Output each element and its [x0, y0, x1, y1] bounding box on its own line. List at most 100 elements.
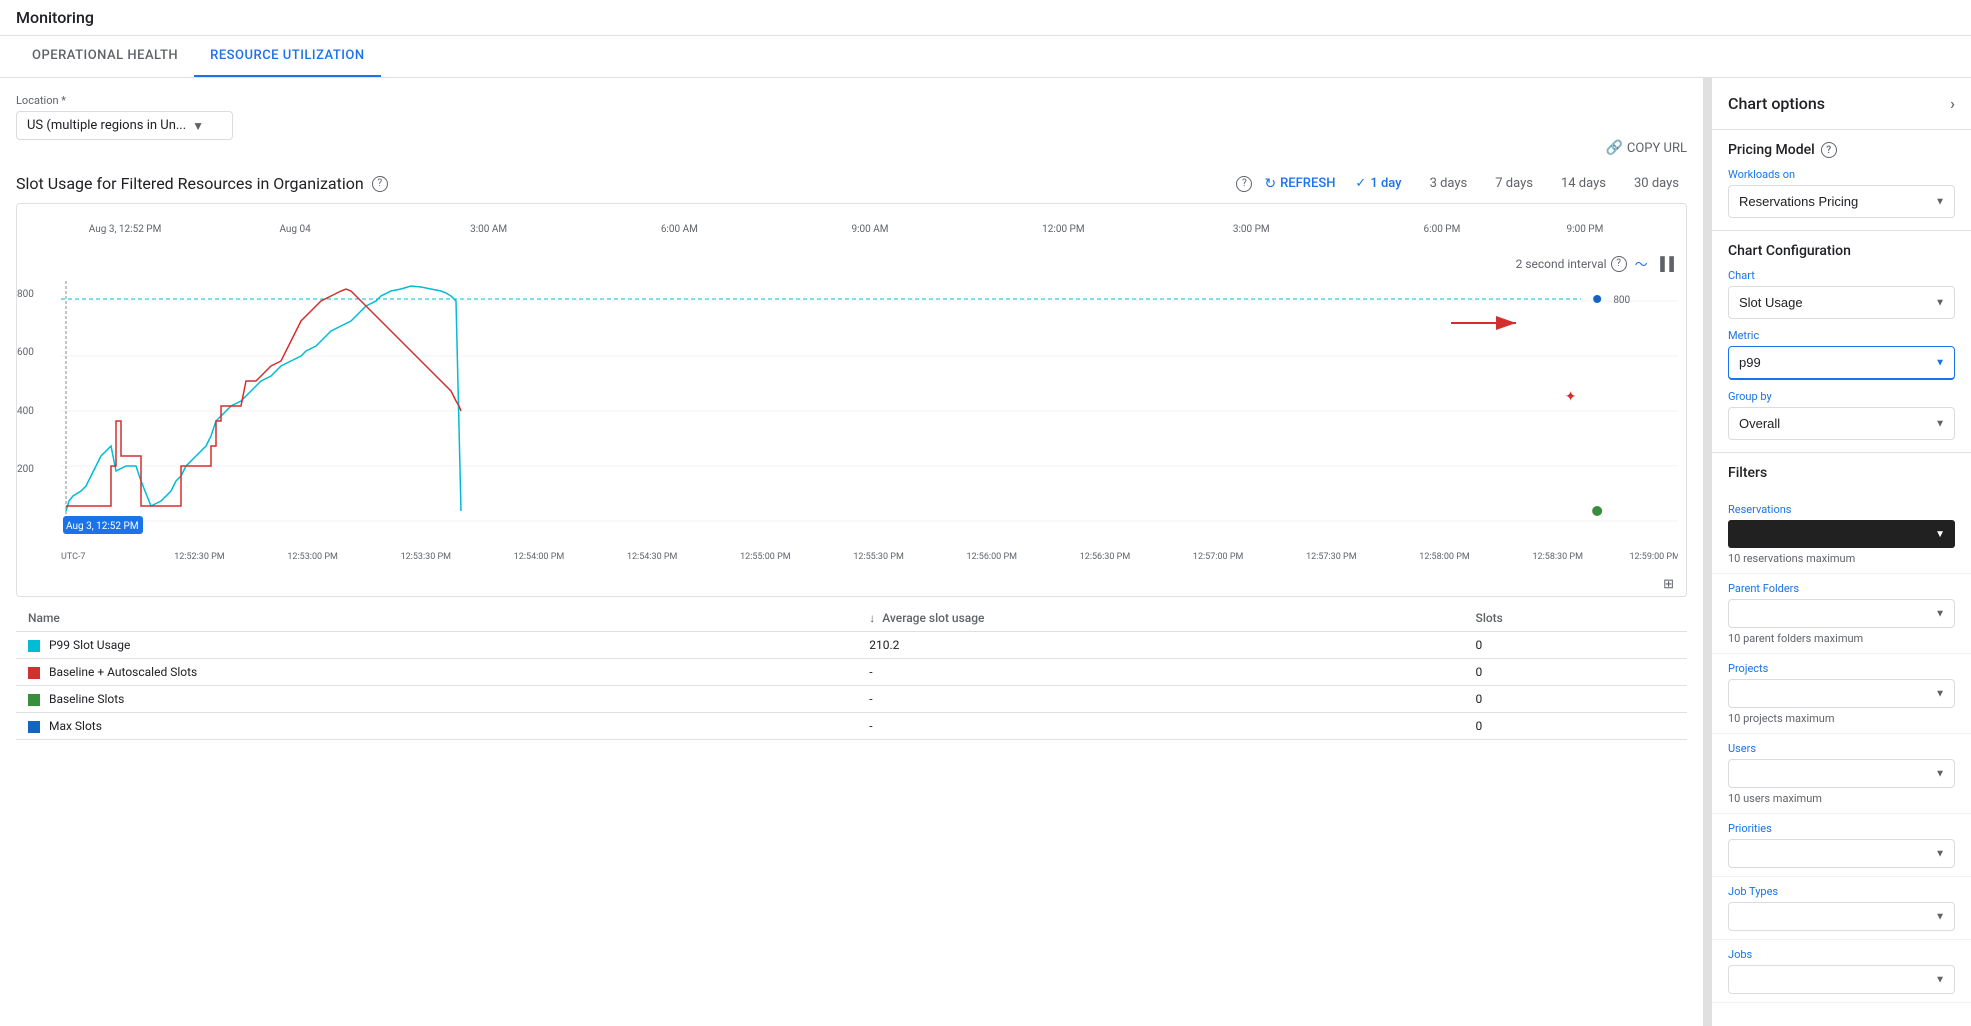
- projects-hint: 10 projects maximum: [1728, 712, 1955, 725]
- legend-slots-cell: 0: [1464, 713, 1687, 740]
- arrow-annotation: [1446, 311, 1526, 335]
- svg-text:12:58:30 PM: 12:58:30 PM: [1532, 552, 1583, 562]
- job-types-select[interactable]: [1728, 902, 1955, 931]
- chart-title-area: Slot Usage for Filtered Resources in Org…: [16, 174, 388, 193]
- priorities-select[interactable]: [1728, 839, 1955, 868]
- time-1day-button[interactable]: ✓ 1 day: [1347, 172, 1409, 195]
- svg-text:Aug 3, 12:52 PM: Aug 3, 12:52 PM: [89, 224, 162, 235]
- top-bar: Monitoring: [0, 0, 1971, 36]
- pricing-model-section: Pricing Model ? Workloads on Reservation…: [1712, 130, 1971, 231]
- time-3days-button[interactable]: 3 days: [1422, 172, 1476, 195]
- svg-text:12:00 PM: 12:00 PM: [1042, 224, 1084, 235]
- copy-url-button[interactable]: 🔗 COPY URL: [1605, 140, 1687, 156]
- location-select[interactable]: US (multiple regions in Un... ▼: [16, 111, 233, 140]
- users-select[interactable]: [1728, 759, 1955, 788]
- parent-folders-select[interactable]: [1728, 599, 1955, 628]
- bottom-time-axis: UTC-7 12:52:30 PM 12:53:00 PM 12:53:30 P…: [61, 545, 1678, 565]
- arrow-icon: [1446, 311, 1526, 335]
- parent-folders-label: Parent Folders: [1728, 582, 1955, 595]
- filters-header: Filters: [1712, 453, 1971, 495]
- legend-name-cell: P99 Slot Usage: [16, 632, 857, 659]
- top-time-axis: Aug 3, 12:52 PM Aug 04 3:00 AM 6:00 AM 9…: [57, 212, 1646, 242]
- svg-text:12:56:00 PM: 12:56:00 PM: [967, 552, 1018, 562]
- priorities-label: Priorities: [1728, 822, 1955, 835]
- line-chart-toggle[interactable]: 〜: [1635, 254, 1648, 273]
- tabs-bar: OPERATIONAL HEALTH RESOURCE UTILIZATION: [0, 36, 1971, 78]
- metric-label: Metric: [1728, 329, 1955, 342]
- jobs-select[interactable]: [1728, 965, 1955, 994]
- time-30days-button[interactable]: 30 days: [1626, 172, 1687, 195]
- interval-label: 2 second interval ?: [1516, 256, 1627, 272]
- metric-select[interactable]: p99 p50 average: [1728, 346, 1955, 380]
- main-layout: Location * US (multiple regions in Un...…: [0, 78, 1971, 1026]
- chart-top-controls: 2 second interval ? 〜 ▐▐: [17, 246, 1686, 281]
- location-value: US (multiple regions in Un...: [27, 118, 186, 133]
- svg-text:9:00 PM: 9:00 PM: [1567, 224, 1604, 235]
- legend-name-cell: Baseline + Autoscaled Slots: [16, 659, 857, 686]
- interval-info-icon[interactable]: ?: [1611, 256, 1627, 272]
- users-label: Users: [1728, 742, 1955, 755]
- legend-row: P99 Slot Usage 210.2 0: [16, 632, 1687, 659]
- legend-name-text: P99 Slot Usage: [49, 638, 130, 652]
- time-7days-button[interactable]: 7 days: [1487, 172, 1541, 195]
- svg-text:12:56:30 PM: 12:56:30 PM: [1080, 552, 1131, 562]
- svg-text:12:53:30 PM: 12:53:30 PM: [401, 552, 452, 562]
- col-avg-slot-usage[interactable]: ↓ Average slot usage: [857, 605, 1463, 632]
- svg-text:12:55:30 PM: 12:55:30 PM: [853, 552, 904, 562]
- bar-chart-toggle[interactable]: ▐▐: [1656, 256, 1674, 272]
- chart-title-text: Slot Usage for Filtered Resources in Org…: [16, 174, 364, 193]
- priorities-select-wrapper: [1728, 839, 1955, 868]
- chart-config-title: Chart Configuration: [1728, 243, 1955, 259]
- tab-operational[interactable]: OPERATIONAL HEALTH: [16, 36, 194, 77]
- location-chevron-icon: ▼: [192, 119, 204, 133]
- legend-slots-cell: 0: [1464, 632, 1687, 659]
- legend-avg-cell: -: [857, 686, 1463, 713]
- reservations-select[interactable]: ▓▓▓▓▓▓▓▓▓ ▼: [1728, 520, 1955, 548]
- legend-table: Name ↓ Average slot usage Slots P99 S: [16, 605, 1687, 740]
- expand-icon[interactable]: ⊞: [1663, 577, 1674, 592]
- svg-text:12:52:30 PM: 12:52:30 PM: [174, 552, 225, 562]
- workloads-select[interactable]: Reservations Pricing: [1728, 185, 1955, 218]
- chart-select-wrapper: Slot Usage: [1728, 286, 1955, 319]
- svg-text:12:54:30 PM: 12:54:30 PM: [627, 552, 678, 562]
- chart-title-info-icon[interactable]: ?: [372, 176, 388, 192]
- svg-text:12:55:00 PM: 12:55:00 PM: [740, 552, 791, 562]
- jobs-label: Jobs: [1728, 948, 1955, 961]
- refresh-button[interactable]: ↻ REFRESH: [1264, 176, 1335, 192]
- svg-text:12:57:30 PM: 12:57:30 PM: [1306, 552, 1357, 562]
- group-by-select[interactable]: Overall Reservation Project: [1728, 407, 1955, 440]
- y-label-400: 400: [17, 406, 34, 417]
- projects-select[interactable]: [1728, 679, 1955, 708]
- legend-name-text: Baseline Slots: [49, 692, 124, 706]
- time-14days-button[interactable]: 14 days: [1553, 172, 1614, 195]
- chart-config-section: Chart Configuration Chart Slot Usage Met…: [1712, 231, 1971, 453]
- chart-select[interactable]: Slot Usage: [1728, 286, 1955, 319]
- svg-text:12:53:00 PM: 12:53:00 PM: [287, 552, 338, 562]
- legend-name-text: Max Slots: [49, 719, 102, 733]
- job-types-select-wrapper: [1728, 902, 1955, 931]
- chart-label: Chart: [1728, 269, 1955, 282]
- sort-icon: ↓: [869, 611, 875, 625]
- chart-container: Aug 3, 12:52 PM Aug 04 3:00 AM 6:00 AM 9…: [16, 203, 1687, 597]
- reservations-label: Reservations: [1728, 503, 1955, 516]
- svg-text:9:00 AM: 9:00 AM: [852, 224, 889, 235]
- resize-divider[interactable]: [1703, 78, 1711, 1026]
- svg-text:3:00 PM: 3:00 PM: [1233, 224, 1270, 235]
- sidebar-collapse-icon[interactable]: ›: [1950, 94, 1955, 113]
- tab-resource-utilization[interactable]: RESOURCE UTILIZATION: [194, 36, 380, 77]
- svg-text:UTC-7: UTC-7: [61, 552, 86, 562]
- svg-text:✦: ✦: [1565, 389, 1577, 405]
- legend-avg-cell: -: [857, 659, 1463, 686]
- workloads-label: Workloads on: [1728, 168, 1955, 181]
- pricing-model-info-icon[interactable]: ?: [1821, 142, 1837, 158]
- sidebar-title: Chart options: [1728, 94, 1825, 113]
- legend-row: Baseline + Autoscaled Slots - 0: [16, 659, 1687, 686]
- sidebar-header: Chart options ›: [1712, 78, 1971, 130]
- main-chart[interactable]: 800 ✦ Aug 3, 12:52 PM: [61, 281, 1678, 541]
- legend-color: [28, 694, 40, 706]
- legend-color: [28, 667, 40, 679]
- location-label: Location *: [16, 94, 233, 107]
- priorities-filter: Priorities: [1712, 814, 1971, 877]
- chart-controls-info-icon[interactable]: ?: [1236, 176, 1252, 192]
- projects-select-wrapper: [1728, 679, 1955, 708]
